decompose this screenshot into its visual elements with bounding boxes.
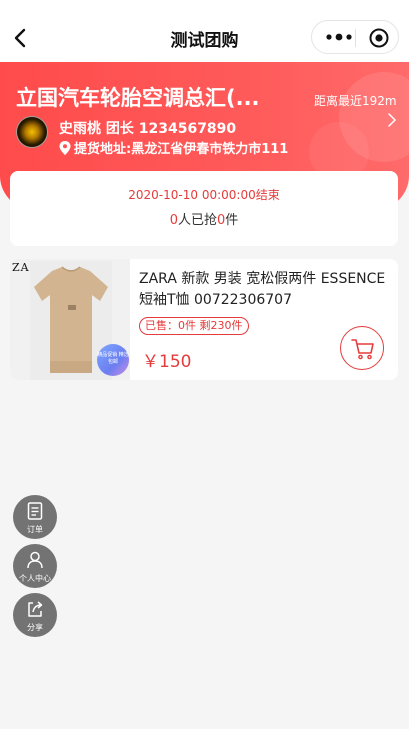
capsule-divider — [355, 29, 356, 47]
grab-mid-text: 人已抢 — [177, 213, 217, 228]
grab-unit: 件 — [225, 213, 239, 228]
user-center-label: 个人中心 — [19, 574, 51, 583]
distance-label: 距离最近192m — [314, 94, 397, 108]
grab-people-count: 0 — [169, 213, 178, 228]
product-image[interactable]: ZARA 精品促销 精选包邮 — [10, 259, 130, 380]
end-time: 2020-10-10 00:00:00结束 — [128, 188, 280, 202]
product-card[interactable]: ZARA 精品促销 精选包邮 ZARA 新款 男装 宽松假两件 ESSENCE短… — [10, 259, 398, 380]
order-button[interactable]: 订单 — [13, 495, 57, 539]
cart-icon — [351, 339, 374, 360]
chevron-right-icon — [388, 113, 397, 127]
pickup-address: 提货地址:黑龙江省伊春市铁力市111 — [59, 138, 288, 157]
share-icon — [28, 601, 43, 617]
store-name: 立国汽车轮胎空调总汇(... — [16, 86, 260, 110]
sales-tag: 已售：0件 剩230件 — [139, 317, 249, 335]
order-label: 订单 — [27, 525, 43, 534]
add-to-cart-button[interactable] — [340, 326, 384, 370]
product-price: ￥150 — [142, 352, 192, 372]
share-label: 分享 — [27, 623, 43, 632]
product-title[interactable]: ZARA 新款 男装 宽松假两件 ESSENCE短袖T恤 00722306707 — [139, 269, 389, 311]
user-icon — [27, 551, 43, 569]
more-icon[interactable] — [324, 29, 354, 45]
user-center-button[interactable]: 个人中心 — [13, 544, 57, 588]
order-icon — [27, 502, 43, 520]
leader-info: 史雨桃 团长 1234567890 — [59, 121, 237, 137]
grab-count: 0人已抢0件 — [10, 209, 398, 228]
miniapp-capsule — [311, 20, 399, 54]
leader-avatar — [16, 116, 48, 148]
share-button[interactable]: 分享 — [13, 593, 57, 637]
pickup-address-text: 提货地址:黑龙江省伊春市铁力市111 — [74, 142, 289, 157]
promo-badge: 精品促销 精选包邮 — [97, 344, 129, 376]
location-pin-icon — [59, 141, 71, 155]
close-miniapp-icon[interactable] — [368, 27, 390, 49]
deal-info-card: 2020-10-10 00:00:00结束 0人已抢0件 — [10, 171, 398, 246]
